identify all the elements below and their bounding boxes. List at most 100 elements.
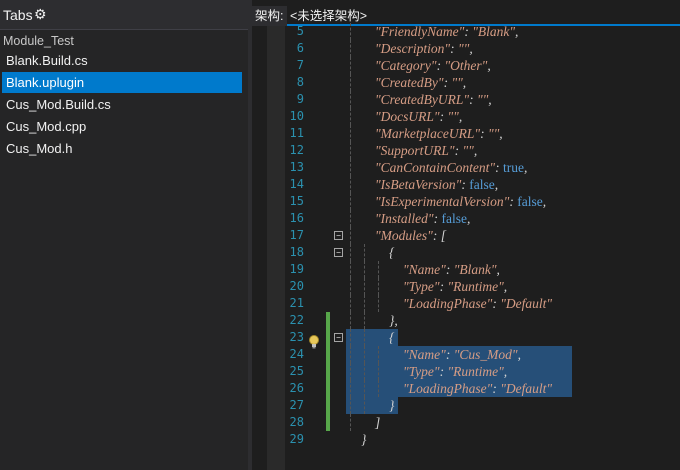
indent-guide [364,278,365,295]
line-number: 9 [296,92,304,106]
line-number: 12 [289,143,304,157]
line-number: 22 [289,313,304,327]
indent-guide [350,159,351,176]
code-line[interactable]: 12 "SupportURL": "", [252,142,680,159]
collapse-icon[interactable]: − [334,248,343,257]
file-tab-item-selected[interactable]: Blank.uplugin [2,72,242,93]
code-text: "Type": "Runtime", [403,364,508,379]
code-line[interactable]: 29} [252,431,680,448]
indent-guide [350,244,351,261]
code-line[interactable]: 8 "CreatedBy": "", [252,74,680,91]
code-line[interactable]: 6 "Description": "", [252,40,680,57]
code-line[interactable]: 13 "CanContainContent": true, [252,159,680,176]
line-number: 8 [296,75,304,89]
line-number: 25 [289,364,304,378]
indent-guide [350,176,351,193]
indent-guide [350,261,351,278]
code-text: "FriendlyName": "Blank", [375,24,519,39]
change-indicator [326,363,330,380]
indent-guide [350,346,351,363]
code-line[interactable]: 16 "Installed": false, [252,210,680,227]
line-number: 13 [289,160,304,174]
code-text: "LoadingPhase": "Default" [403,296,553,311]
code-text: } [361,432,367,447]
code-text: { [389,330,395,345]
code-line[interactable]: 27} [252,397,680,414]
code-text: ] [375,415,381,430]
code-text: "MarketplaceURL": "", [375,126,503,141]
change-indicator [326,397,330,414]
line-number: 6 [296,41,304,55]
code-text: "Modules": [ [375,228,446,243]
file-tab-item[interactable]: Blank.Build.cs [2,50,242,71]
code-line[interactable]: 5 "FriendlyName": "Blank", [252,23,680,40]
indent-guide [364,261,365,278]
code-line[interactable]: 10 "DocsURL": "", [252,108,680,125]
code-line[interactable]: 20 "Type": "Runtime", [252,278,680,295]
change-indicator [326,329,330,346]
indent-guide [364,397,365,414]
code-text: } [389,398,395,413]
line-number: 23 [289,330,304,344]
code-line[interactable]: 25 "Type": "Runtime", [252,363,680,380]
code-line[interactable]: 11 "MarketplaceURL": "", [252,125,680,142]
line-number: 21 [289,296,304,310]
code-text: "Description": "", [375,41,473,56]
line-number: 29 [289,432,304,446]
file-tab-item[interactable]: Cus_Mod.Build.cs [2,94,242,115]
lightbulb-icon[interactable] [308,335,320,349]
indent-guide [364,312,365,329]
code-line[interactable]: 19 "Name": "Blank", [252,261,680,278]
code-line[interactable]: 15 "IsExperimentalVersion": false, [252,193,680,210]
code-text: "IsExperimentalVersion": false, [375,194,547,209]
code-line[interactable]: 21 "LoadingPhase": "Default" [252,295,680,312]
line-number: 7 [296,58,304,72]
line-number: 16 [289,211,304,225]
line-number: 26 [289,381,304,395]
collapse-icon[interactable]: − [334,231,343,240]
indent-guide [378,380,379,397]
indent-guide [350,142,351,159]
indent-guide [378,261,379,278]
code-line[interactable]: 17 − "Modules": [ [252,227,680,244]
indent-guide [350,91,351,108]
code-text: "Name": "Blank", [403,262,500,277]
change-indicator [326,312,330,329]
indent-guide [350,57,351,74]
indent-guide [350,363,351,380]
code-line[interactable]: 9 "CreatedByURL": "", [252,91,680,108]
code-line[interactable]: 28] [252,414,680,431]
project-group-label: Module_Test [3,34,74,48]
indent-guide [364,329,365,346]
code-editor[interactable]: 架构: <未选择架构> 5 "FriendlyName": "Blank", 6 "D… [252,0,680,470]
code-text: "CreatedByURL": "", [375,92,492,107]
indent-guide [350,380,351,397]
file-tab-item[interactable]: Cus_Mod.cpp [2,116,242,137]
code-text: "SupportURL": "", [375,143,478,158]
code-text: { [389,245,395,260]
collapse-icon[interactable]: − [334,333,343,342]
code-line[interactable]: 22}, [252,312,680,329]
file-tab-item[interactable]: Cus_Mod.h [2,138,242,159]
code-line[interactable]: 7 "Category": "Other", [252,57,680,74]
indent-guide [364,380,365,397]
line-number: 18 [289,245,304,259]
line-number: 5 [296,24,304,38]
code-text: "Name": "Cus_Mod", [403,347,521,362]
tabs-panel-title: Tabs [3,7,33,23]
change-indicator [326,414,330,431]
gear-icon[interactable]: ⚙ [34,6,47,23]
code-text: "Category": "Other", [375,58,491,73]
tabs-panel: Tabs ⚙ Module_Test Blank.Build.cs Blank.… [0,0,248,470]
line-number: 19 [289,262,304,276]
line-number: 11 [289,126,304,140]
indent-guide [350,295,351,312]
code-line[interactable]: 18 − { [252,244,680,261]
indent-guide [350,329,351,346]
indent-guide [364,295,365,312]
code-line[interactable]: 14 "IsBetaVersion": false, [252,176,680,193]
code-line[interactable]: 26 "LoadingPhase": "Default" [252,380,680,397]
code-text: "CreatedBy": "", [375,75,467,90]
code-area[interactable]: 5 "FriendlyName": "Blank", 6 "Description":… [252,0,680,470]
line-number: 17 [289,228,304,242]
